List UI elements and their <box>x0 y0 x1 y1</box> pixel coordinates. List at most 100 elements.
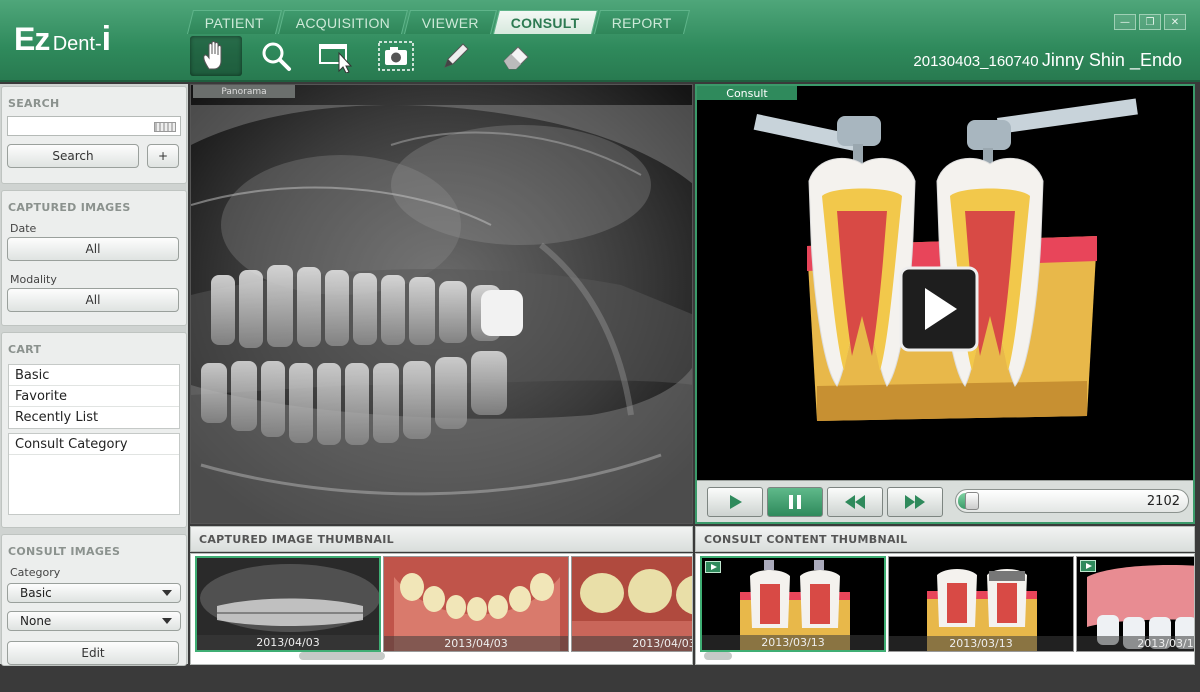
tab-viewer[interactable]: VIEWER <box>404 10 498 34</box>
category-select-value: Basic <box>20 586 52 600</box>
captured-thumbnail[interactable]: 2013/04/03 <box>383 556 569 652</box>
play-icon <box>730 495 742 509</box>
thumbnail-date: 2013/04/03 <box>384 636 568 651</box>
search-input[interactable] <box>7 116 181 136</box>
consult-thumbnail[interactable]: 2013/03/13 <box>700 556 886 652</box>
modality-label: Modality <box>10 273 57 286</box>
panorama-viewer[interactable]: Panorama <box>190 84 693 524</box>
hand-icon <box>203 41 222 70</box>
consult-thumbnail-strip: 2013/03/13 2013/03/13 2013/03/13 <box>695 553 1195 665</box>
consult-thumbnail-header: CONSULT CONTENT THUMBNAIL <box>695 526 1195 552</box>
panorama-tab[interactable]: Panorama <box>193 85 295 98</box>
consult-thumbnail[interactable]: 2013/03/13 <box>1076 556 1194 652</box>
sidebar: SEARCH Search + CAPTURED IMAGES Date All… <box>0 84 188 666</box>
thumbnail-date: 2013/03/13 <box>889 636 1073 651</box>
rewind-button[interactable] <box>827 487 883 517</box>
eraser-tool-button[interactable] <box>490 36 542 76</box>
edit-button[interactable]: Edit <box>7 641 179 665</box>
chevron-down-icon <box>162 618 172 624</box>
tab-patient[interactable]: PATIENT <box>187 10 283 34</box>
consult-images-title: CONSULT IMAGES <box>8 545 121 558</box>
consult-images-panel: CONSULT IMAGES Category Basic None Edit <box>1 534 187 666</box>
patient-name: Jinny Shin _Endo <box>1041 50 1182 70</box>
consult-category-item[interactable]: Consult Category <box>9 434 179 455</box>
playback-progress-bar[interactable]: 2102 <box>955 489 1189 513</box>
close-button[interactable]: ✕ <box>1164 14 1186 30</box>
zoom-tool-button[interactable] <box>250 36 302 76</box>
fast-forward-button[interactable] <box>887 487 943 517</box>
category-label: Category <box>10 566 61 579</box>
category-select[interactable]: Basic <box>7 583 181 603</box>
tab-report[interactable]: REPORT <box>594 10 691 34</box>
captured-images-panel: CAPTURED IMAGES Date All Modality All <box>1 190 187 326</box>
select-arrow-icon <box>319 44 353 73</box>
modality-filter-button[interactable]: All <box>7 288 179 312</box>
chevron-down-icon <box>162 590 172 596</box>
thumbnail-date: 2013/03/13 <box>1077 636 1194 651</box>
window-controls: — ❐ ✕ <box>1114 14 1186 30</box>
thumbnail-date: 2013/04/03 <box>197 635 379 650</box>
rewind-icon <box>845 495 865 509</box>
consult-player[interactable]: Consult 2102 <box>695 84 1195 524</box>
search-actions: Search + <box>2 138 186 168</box>
search-panel: SEARCH Search + <box>1 86 187 184</box>
app-logo: Ez Dent-i <box>14 20 111 59</box>
play-overlay-button[interactable] <box>899 266 979 352</box>
frame-counter: 2102 <box>1146 494 1180 509</box>
hand-tool-button[interactable] <box>190 36 242 76</box>
pen-tool-button[interactable] <box>430 36 482 76</box>
add-search-button[interactable]: + <box>147 144 179 168</box>
date-label: Date <box>10 222 37 235</box>
progress-knob[interactable] <box>965 492 979 510</box>
cart-panel: CART Basic Favorite Recently List Consul… <box>1 332 187 528</box>
pause-button[interactable] <box>767 487 823 517</box>
thumbnail-date: 2013/04/03 <box>572 636 692 651</box>
cart-item-favorite[interactable]: Favorite <box>9 386 179 407</box>
maximize-button[interactable]: ❐ <box>1139 14 1161 30</box>
subcategory-select[interactable]: None <box>7 611 181 631</box>
main-tabs: PATIENT ACQUISITION VIEWER CONSULT REPOR… <box>187 10 691 34</box>
tab-acquisition[interactable]: ACQUISITION <box>278 10 409 34</box>
search-button[interactable]: Search <box>7 144 139 168</box>
cart-item-recently-list[interactable]: Recently List <box>9 407 179 428</box>
consult-thumbnail[interactable]: 2013/03/13 <box>888 556 1074 652</box>
captured-images-title: CAPTURED IMAGES <box>8 201 131 214</box>
capture-camera-icon <box>378 41 414 71</box>
patient-id: 20130403_160740 <box>913 53 1039 70</box>
pen-icon <box>444 43 469 68</box>
subcategory-select-value: None <box>20 614 52 628</box>
logo-dent: Dent <box>52 33 95 55</box>
date-filter-button[interactable]: All <box>7 237 179 261</box>
consult-category-list: Consult Category <box>8 433 180 515</box>
select-tool-button[interactable] <box>310 36 362 76</box>
eraser-icon <box>503 46 529 70</box>
cart-list: Basic Favorite Recently List <box>8 364 180 429</box>
keyboard-icon[interactable] <box>154 122 176 132</box>
capture-tool-button[interactable] <box>370 36 422 76</box>
consult-tab[interactable]: Consult <box>697 86 797 100</box>
tab-consult[interactable]: CONSULT <box>493 10 599 34</box>
logo-dash: - <box>94 33 102 55</box>
captured-thumbnail-strip: 2013/04/03 2013/04/03 2013/04/03 <box>190 553 693 665</box>
video-badge-icon <box>705 561 721 573</box>
pause-icon <box>789 495 801 509</box>
magnifier-icon <box>262 42 291 71</box>
captured-thumbnail-header: CAPTURED IMAGE THUMBNAIL <box>190 526 693 552</box>
bottom-bar <box>0 666 1200 692</box>
toolbar <box>190 36 542 78</box>
thumbnail-date: 2013/03/13 <box>702 635 884 650</box>
captured-strip-scrollbar[interactable] <box>299 652 385 660</box>
captured-thumbnail[interactable]: 2013/04/03 <box>195 556 381 652</box>
captured-thumbnail[interactable]: 2013/04/03 <box>571 556 692 652</box>
consult-strip-scrollbar[interactable] <box>704 652 732 660</box>
cart-item-basic[interactable]: Basic <box>9 365 179 386</box>
patient-info: 20130403_160740 Jinny Shin _Endo <box>913 50 1182 71</box>
panorama-xray-image[interactable] <box>191 85 693 524</box>
tooth-cross-section-video[interactable] <box>697 86 1193 480</box>
minimize-button[interactable]: — <box>1114 14 1136 30</box>
cart-title: CART <box>8 343 42 356</box>
play-button[interactable] <box>707 487 763 517</box>
playback-controls: 2102 <box>697 480 1193 522</box>
logo-ez: Ez <box>14 21 50 57</box>
video-badge-icon <box>1080 560 1096 572</box>
